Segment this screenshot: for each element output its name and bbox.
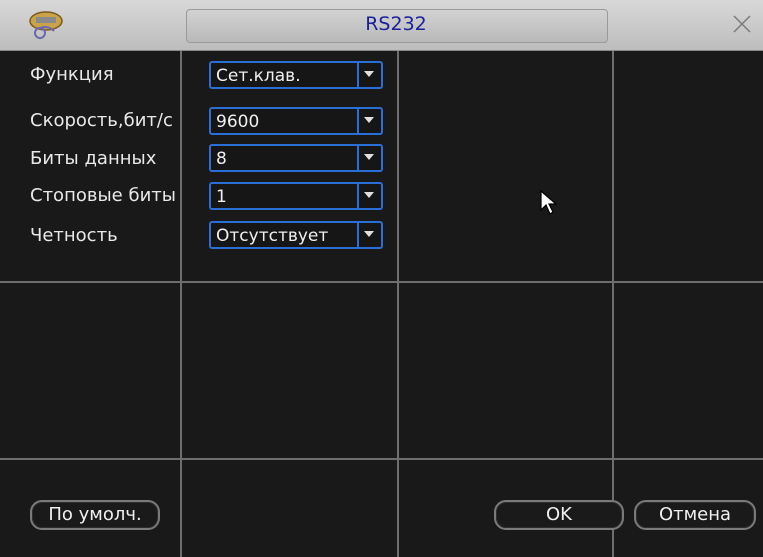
title-bar: RS232	[0, 0, 763, 51]
baud-rate-select[interactable]: 9600	[209, 107, 383, 135]
grid-line	[612, 0, 614, 557]
window-title: RS232	[365, 13, 427, 35]
parity-value: Отсутствует	[216, 226, 329, 246]
default-button[interactable]: По умолч.	[30, 500, 160, 530]
mouse-cursor-icon	[540, 190, 558, 215]
data-bits-label: Биты данных	[30, 148, 157, 169]
function-select[interactable]: Сет.клав.	[209, 61, 383, 89]
data-bits-value: 8	[216, 149, 227, 169]
ok-button[interactable]: OK	[494, 500, 624, 530]
chevron-down-icon[interactable]	[357, 223, 381, 247]
data-bits-select[interactable]: 8	[209, 144, 383, 172]
chevron-down-icon[interactable]	[357, 184, 381, 208]
rs232-dialog: RS232 Функция Сет.клав. Скорость,бит/с 9…	[0, 0, 763, 557]
parity-label: Четность	[30, 225, 118, 246]
chevron-down-icon[interactable]	[357, 146, 381, 170]
close-icon[interactable]	[731, 13, 753, 35]
grid-line	[180, 0, 182, 557]
baud-rate-value: 9600	[216, 112, 260, 132]
function-value: Сет.клав.	[216, 66, 301, 86]
grid-line	[397, 0, 399, 557]
stop-bits-value: 1	[216, 187, 227, 207]
cancel-button[interactable]: Отмена	[634, 500, 756, 530]
chevron-down-icon[interactable]	[357, 63, 381, 87]
chevron-down-icon[interactable]	[357, 109, 381, 133]
function-label: Функция	[30, 64, 114, 85]
stop-bits-select[interactable]: 1	[209, 182, 383, 210]
baud-rate-label: Скорость,бит/с	[30, 110, 173, 131]
dvr-logo-icon	[29, 11, 63, 39]
grid-line	[0, 281, 763, 283]
stop-bits-label: Стоповые биты	[30, 185, 176, 206]
grid-line	[0, 458, 763, 460]
parity-select[interactable]: Отсутствует	[209, 221, 383, 249]
